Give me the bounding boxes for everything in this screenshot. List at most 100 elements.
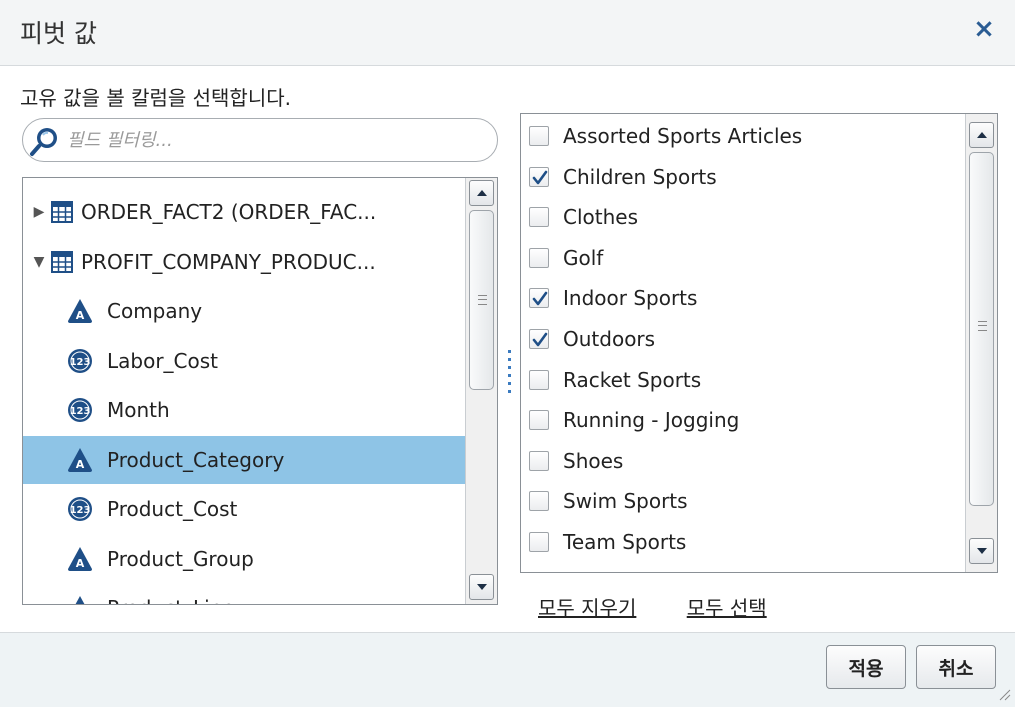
- field-tree[interactable]: ▶ ORDER_FACT2 (ORDER_FAC... ▼ PROFIT_COMPAN…: [22, 177, 498, 605]
- close-icon[interactable]: ×: [969, 14, 999, 44]
- collapse-arrow-icon[interactable]: ▼: [31, 254, 47, 270]
- value-item[interactable]: Shoes: [529, 441, 623, 481]
- tree-column-item[interactable]: 123 Product_Cost: [23, 485, 465, 533]
- tree-column-item[interactable]: A Product_Line: [23, 584, 465, 604]
- title-bar[interactable]: 피벗 값 ×: [0, 0, 1015, 66]
- value-item[interactable]: Winter Sports: [529, 563, 699, 572]
- value-item[interactable]: Assorted Sports Articles: [529, 116, 802, 156]
- svg-text:A: A: [76, 557, 85, 570]
- checkbox[interactable]: [529, 207, 549, 228]
- scroll-up-button[interactable]: [469, 180, 494, 206]
- value-label: Golf: [563, 245, 604, 270]
- svg-text:A: A: [76, 309, 85, 322]
- checkbox[interactable]: [529, 532, 549, 552]
- character-column-icon: A: [68, 299, 92, 323]
- value-label: Racket Sports: [563, 367, 702, 392]
- arrow-down-icon: [477, 584, 487, 590]
- value-item[interactable]: Outdoors: [529, 319, 655, 359]
- value-label: Shoes: [563, 448, 624, 473]
- tree-column-item[interactable]: 123 Labor_Cost: [23, 337, 465, 385]
- checkbox[interactable]: [529, 491, 549, 512]
- scroll-thumb[interactable]: [469, 210, 494, 390]
- checkbox[interactable]: [529, 410, 549, 431]
- value-label: Assorted Sports Articles: [563, 124, 803, 148]
- grip-icon: [978, 321, 987, 331]
- value-label: Running - Jogging: [563, 408, 740, 433]
- expand-arrow-icon[interactable]: ▶: [31, 204, 47, 220]
- arrow-down-icon: [977, 548, 987, 554]
- table-icon: [51, 250, 73, 273]
- value-item[interactable]: Golf: [529, 238, 603, 278]
- tree-item-label: Product_Group: [107, 546, 254, 571]
- value-label: Swim Sports: [563, 489, 688, 514]
- search-icon: [30, 128, 57, 156]
- value-item[interactable]: Indoor Sports: [529, 278, 697, 318]
- checkbox[interactable]: [529, 247, 549, 268]
- tree-item-label: PROFIT_COMPANY_PRODUC...: [81, 249, 376, 274]
- tree-column-item[interactable]: 123 Month: [23, 386, 465, 434]
- value-label: Children Sports: [563, 164, 717, 189]
- numeric-column-icon: 123: [68, 497, 92, 521]
- checkbox-checked[interactable]: [529, 288, 549, 309]
- checkmark-icon: [532, 292, 548, 306]
- svg-text:A: A: [76, 458, 85, 471]
- tree-table-node[interactable]: ▶ ORDER_FACT2 (ORDER_FAC...: [23, 188, 465, 236]
- value-label: Outdoors: [563, 327, 656, 351]
- svg-text:123: 123: [70, 406, 91, 417]
- tree-item-label: Month: [107, 398, 170, 422]
- value-item[interactable]: Swim Sports: [529, 481, 688, 521]
- checkbox[interactable]: [529, 126, 549, 146]
- dialog-title: 피벗 값: [20, 19, 97, 48]
- character-column-icon: A: [68, 546, 92, 571]
- grip-icon: [478, 295, 487, 305]
- clear-all-link[interactable]: 모두 지우기: [538, 596, 636, 620]
- arrow-up-icon: [977, 132, 987, 138]
- value-item[interactable]: Children Sports: [529, 157, 717, 197]
- checkbox-checked[interactable]: [529, 166, 549, 187]
- table-icon: [51, 201, 73, 223]
- tree-item-label: Product_Category: [107, 447, 285, 472]
- panel-splitter[interactable]: [507, 350, 513, 400]
- arrow-up-icon: [477, 190, 487, 196]
- character-column-icon: A: [68, 447, 92, 472]
- filter-field[interactable]: [22, 118, 498, 162]
- select-all-link[interactable]: 모두 선택: [687, 596, 767, 620]
- tree-item-label: Product_Line: [107, 596, 235, 604]
- scroll-down-button[interactable]: [969, 538, 994, 564]
- checkmark-icon: [532, 170, 548, 184]
- value-label: Winter Sports: [563, 571, 699, 572]
- field-tree-list: ▶ ORDER_FACT2 (ORDER_FAC... ▼ PROFIT_COMPAN…: [23, 178, 465, 604]
- value-item[interactable]: Team Sports: [529, 522, 686, 562]
- value-item[interactable]: Racket Sports: [529, 360, 701, 400]
- pivot-values-dialog: 피벗 값 × 고유 값을 볼 칼럼을 선택합니다. ▶ ORDER_FACT2 (…: [0, 0, 1015, 707]
- unique-values-list[interactable]: Assorted Sports Articles Children Sports C…: [520, 113, 998, 573]
- value-item[interactable]: Clothes: [529, 197, 638, 237]
- tree-scrollbar[interactable]: [465, 178, 497, 604]
- values-scrollbar[interactable]: [965, 114, 997, 572]
- value-item[interactable]: Running - Jogging: [529, 400, 739, 440]
- checkbox[interactable]: [529, 369, 549, 390]
- value-actions: 모두 지우기 모두 선택: [538, 592, 811, 621]
- checkbox[interactable]: [529, 450, 549, 471]
- character-column-icon: A: [75, 596, 85, 604]
- tree-item-label: Product_Cost: [107, 497, 238, 521]
- apply-button[interactable]: 적용: [826, 645, 906, 689]
- tree-item-label: Labor_Cost: [107, 348, 219, 373]
- tree-table-node[interactable]: ▼ PROFIT_COMPANY_PRODUC...: [23, 238, 465, 286]
- tree-column-item[interactable]: A Company: [23, 287, 465, 335]
- checkbox-checked[interactable]: [529, 329, 549, 349]
- scroll-thumb[interactable]: [969, 152, 994, 506]
- scroll-down-button[interactable]: [469, 574, 494, 600]
- filter-input[interactable]: [67, 125, 487, 155]
- tree-column-item[interactable]: A Product_Category: [23, 435, 465, 484]
- tree-column-item[interactable]: A Product_Group: [23, 535, 465, 583]
- tree-item-label: ORDER_FACT2 (ORDER_FAC...: [81, 200, 377, 224]
- cancel-button[interactable]: 취소: [916, 645, 996, 689]
- tree-item-label: Company: [107, 299, 203, 323]
- numeric-column-icon: 123: [68, 348, 92, 373]
- resize-grip-icon[interactable]: [997, 687, 1011, 701]
- instruction-text: 고유 값을 볼 칼럼을 선택합니다.: [20, 86, 291, 110]
- svg-text:123: 123: [70, 357, 91, 368]
- checkmark-icon: [532, 332, 548, 347]
- scroll-up-button[interactable]: [969, 122, 994, 148]
